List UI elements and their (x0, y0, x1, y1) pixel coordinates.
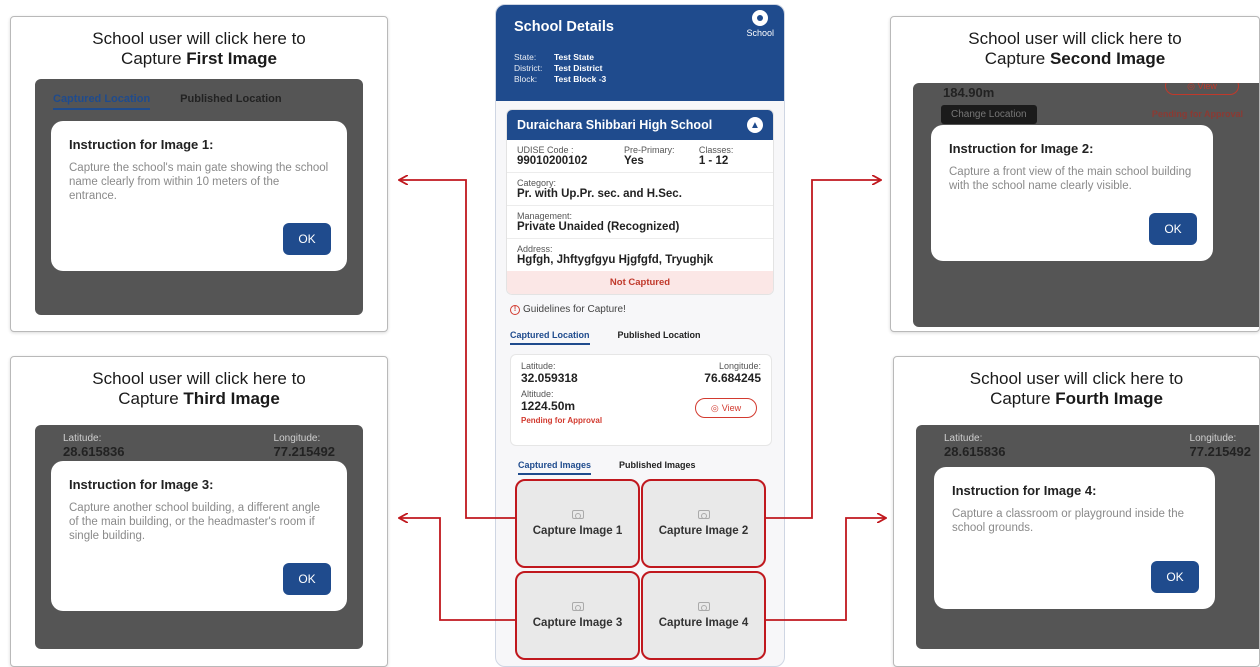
arrow-image-3 (400, 518, 516, 621)
arrow-image-4 (766, 518, 885, 621)
arrow-image-2 (766, 180, 880, 519)
arrow-image-1 (400, 180, 516, 519)
connector-arrows (0, 0, 1260, 621)
